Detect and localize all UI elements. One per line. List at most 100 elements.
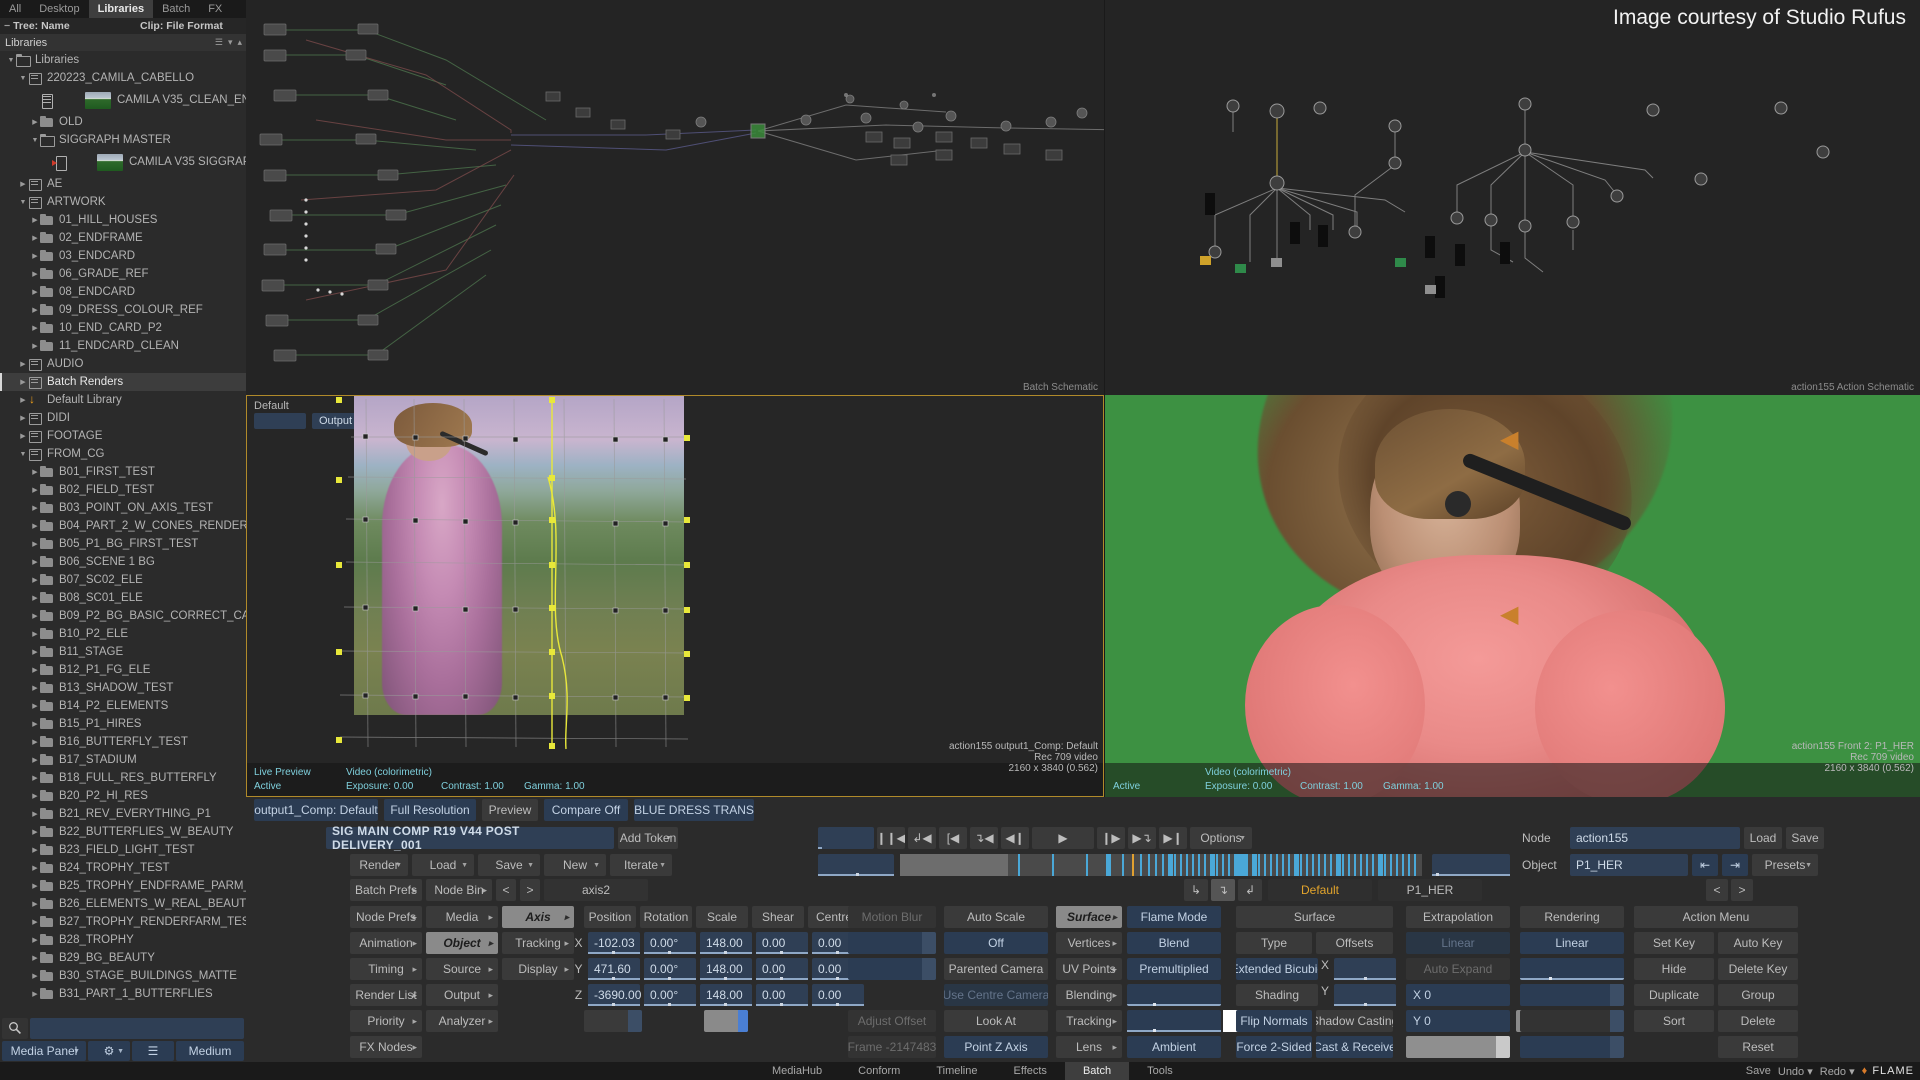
disclosure-triangle-icon[interactable]: [30, 864, 40, 872]
disclosure-triangle-icon[interactable]: [30, 342, 40, 350]
tree-row[interactable]: FROM_CG: [0, 445, 246, 463]
rendering-resolution-6[interactable]: [1520, 958, 1624, 980]
resolution-button[interactable]: Full Resolution: [384, 799, 476, 821]
disclosure-triangle-icon[interactable]: [30, 118, 40, 126]
scale-y-field[interactable]: 148.00: [700, 958, 752, 980]
in-point-icon[interactable]: [◀: [939, 827, 967, 849]
disclosure-triangle-icon[interactable]: [18, 378, 28, 386]
node-bin-button[interactable]: Node Bin: [426, 879, 492, 901]
shear-y-field[interactable]: 0.00: [756, 958, 808, 980]
extrapolation-linear[interactable]: Linear: [1406, 932, 1510, 954]
pause-back-icon[interactable]: ❙❙◀: [877, 827, 905, 849]
comp-name-button[interactable]: BLUE DRESS TRANS: [634, 799, 754, 821]
autoscale-off[interactable]: Off: [944, 932, 1048, 954]
disclosure-triangle-icon[interactable]: [30, 630, 40, 638]
flamemode-trans-74-1-[interactable]: [1127, 984, 1221, 1006]
tree-row[interactable]: OLD: [0, 113, 246, 131]
batch-schematic[interactable]: Batch Schematic: [246, 0, 1104, 395]
disclosure-triangle-icon[interactable]: [30, 468, 40, 476]
tag-prev-button[interactable]: <: [1706, 879, 1728, 901]
param-menu-animation[interactable]: Animation: [350, 932, 422, 954]
autoscale-use-centre-camera[interactable]: Use Centre Camera: [944, 984, 1048, 1006]
disclosure-triangle-icon[interactable]: [30, 792, 40, 800]
keyframe-tools[interactable]: ↳ ↴ ↲: [1184, 879, 1262, 901]
rendering-wireframe[interactable]: [1520, 984, 1624, 1006]
node-field[interactable]: action155: [1570, 827, 1740, 849]
autoscale-auto-scale[interactable]: Auto Scale: [944, 906, 1048, 928]
disclosure-triangle-icon[interactable]: [30, 558, 40, 566]
disclosure-triangle-icon[interactable]: [30, 594, 40, 602]
app-tab-timeline[interactable]: Timeline: [918, 1062, 995, 1080]
comp-viewer[interactable]: Default Output Live Preview Active Video…: [246, 395, 1104, 797]
disclosure-triangle-icon[interactable]: [30, 846, 40, 854]
library-tree[interactable]: Libraries 220223_CAMILA_CABELLO CAMILA V35…: [0, 51, 246, 1003]
transform-row-x[interactable]: X -102.03 0.00° 148.00 0.00 0.00: [573, 932, 864, 954]
scale-z-field[interactable]: 148.00: [700, 984, 752, 1006]
thumbnail-size-selector[interactable]: Medium: [176, 1041, 244, 1061]
disclosure-triangle-icon[interactable]: [30, 954, 40, 962]
default-tag-button[interactable]: Default: [1268, 879, 1372, 901]
disclosure-triangle-icon[interactable]: [30, 936, 40, 944]
search-input[interactable]: [30, 1017, 244, 1039]
disclosure-triangle-icon[interactable]: [30, 702, 40, 710]
media-panel-selector[interactable]: Media Panel: [2, 1041, 86, 1061]
tree-row[interactable]: 06_GRADE_REF: [0, 265, 246, 283]
library-tab-all[interactable]: All: [0, 0, 30, 18]
disclosure-triangle-icon[interactable]: [18, 199, 28, 206]
node-save-button[interactable]: Save: [1786, 827, 1824, 849]
transform-row-z[interactable]: Z -3690.00 0.00° 148.00 0.00 0.00: [573, 984, 864, 1006]
path-button[interactable]: [584, 1010, 642, 1032]
surfacemenu-tracking[interactable]: Tracking: [1056, 1010, 1122, 1032]
disclosure-triangle-icon[interactable]: [30, 486, 40, 494]
clip-thumbnail[interactable]: [97, 153, 123, 171]
redo-button[interactable]: Redo ▾: [1820, 1065, 1855, 1078]
shear-x-field[interactable]: 0.00: [756, 932, 808, 954]
tree-row[interactable]: 08_ENDCARD: [0, 283, 246, 301]
end-frame-field[interactable]: [1432, 854, 1510, 876]
prop-button[interactable]: [704, 1010, 748, 1032]
disclosure-triangle-icon[interactable]: [18, 180, 28, 188]
disclosure-triangle-icon[interactable]: [30, 828, 40, 836]
extrapolation-auto-expand[interactable]: Auto Expand: [1406, 958, 1510, 980]
extrapolation-y-0[interactable]: Y 0: [1406, 1010, 1510, 1032]
cast-receive-button[interactable]: Cast & Receive: [1316, 1036, 1393, 1058]
tree-row[interactable]: AUDIO: [0, 355, 246, 373]
flamemode-shine-0-0[interactable]: [1127, 1010, 1241, 1032]
add-token-button[interactable]: Add Token: [618, 827, 678, 849]
surfacemenu-lens[interactable]: Lens: [1056, 1036, 1122, 1058]
motion-free-axis[interactable]: [848, 932, 936, 954]
step-back-icon[interactable]: ◀❙: [1001, 827, 1029, 849]
app-tab-mediahub[interactable]: MediaHub: [754, 1062, 840, 1080]
tree-row[interactable]: Libraries: [0, 51, 246, 69]
library-tab-desktop[interactable]: Desktop: [30, 0, 88, 18]
transform-header-position[interactable]: Position: [584, 906, 636, 928]
scale-x-field[interactable]: 148.00: [700, 932, 752, 954]
disclosure-triangle-icon[interactable]: [30, 540, 40, 548]
start-frame-field[interactable]: [818, 827, 874, 849]
goto-start-icon[interactable]: ↲◀: [908, 827, 936, 849]
tree-row[interactable]: B10_P2_ELE: [0, 625, 246, 643]
save-button[interactable]: Save: [478, 854, 540, 876]
rendering-rendering[interactable]: Rendering: [1520, 906, 1624, 928]
tree-row[interactable]: B28_TROPHY: [0, 931, 246, 949]
timeline-strip[interactable]: [900, 854, 1422, 876]
shadow-casting-button[interactable]: Shadow Casting: [1316, 1010, 1393, 1032]
node-load-button[interactable]: Load: [1744, 827, 1782, 849]
tree-row[interactable]: B30_STAGE_BUILDINGS_MATTE: [0, 967, 246, 985]
source-viewer[interactable]: ◀ ◀ Active Video (colorimetric) Exposure…: [1104, 395, 1920, 797]
actionmenu2-delete[interactable]: Delete: [1718, 1010, 1798, 1032]
param-menu-axis[interactable]: Axis: [502, 906, 574, 928]
flamemode-flame-mode[interactable]: Flame Mode: [1127, 906, 1221, 928]
mesh-overlay[interactable]: [296, 395, 716, 757]
surfacemenu-vertices[interactable]: Vertices: [1056, 932, 1122, 954]
surfacemenu-uv-points[interactable]: UV Points: [1056, 958, 1122, 980]
param-menu-output[interactable]: Output: [426, 984, 498, 1006]
disclosure-triangle-icon[interactable]: [30, 252, 40, 260]
step-forward-icon[interactable]: ❙▶: [1097, 827, 1125, 849]
surfacemenu-surface[interactable]: Surface: [1056, 906, 1122, 928]
motion-invert[interactable]: [848, 958, 936, 980]
param-menu-column-3[interactable]: Axis Tracking Display: [502, 906, 574, 980]
surface-filter-button[interactable]: Extended Bicubic: [1236, 958, 1318, 980]
rendering-linear[interactable]: Linear: [1520, 932, 1624, 954]
tree-row[interactable]: B14_P2_ELEMENTS: [0, 697, 246, 715]
